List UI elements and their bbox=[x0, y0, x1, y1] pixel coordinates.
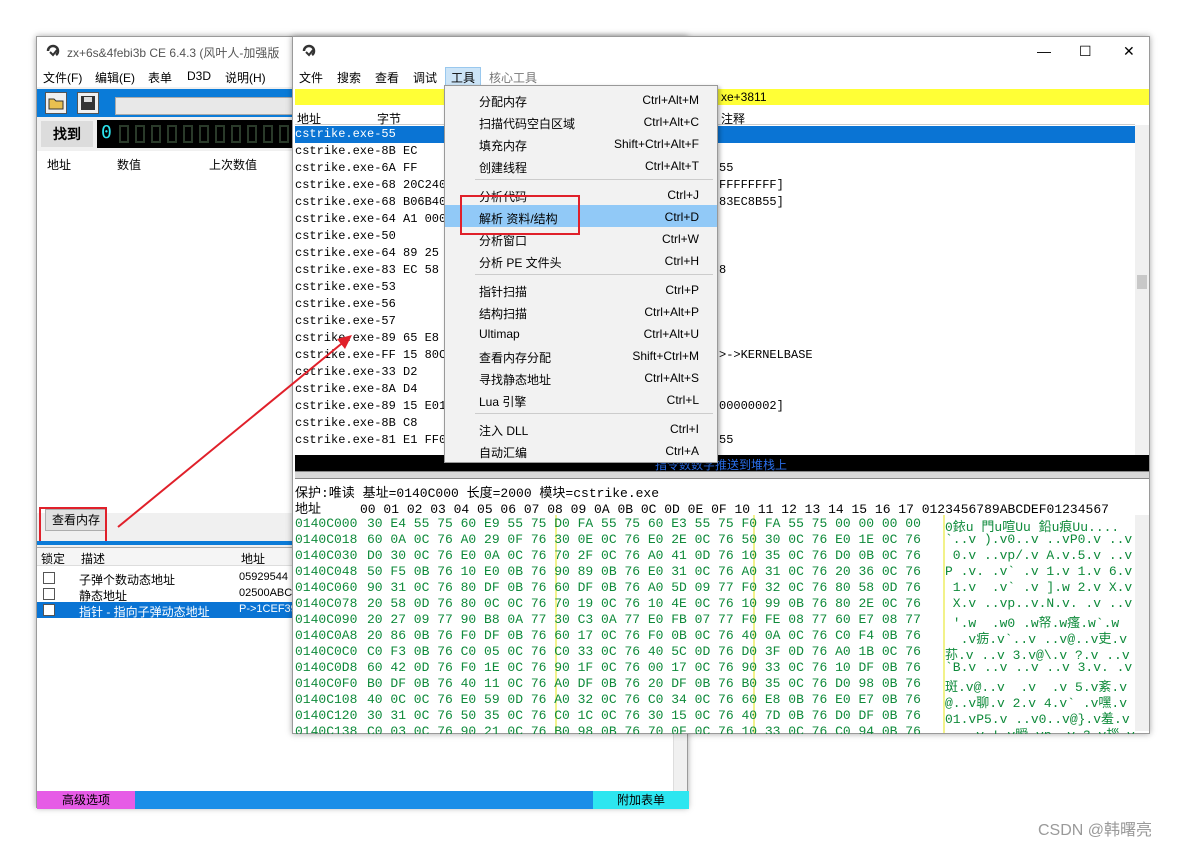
annotation-arrow bbox=[117, 335, 352, 528]
watermark: CSDN @韩曙亮 bbox=[1038, 822, 1153, 839]
